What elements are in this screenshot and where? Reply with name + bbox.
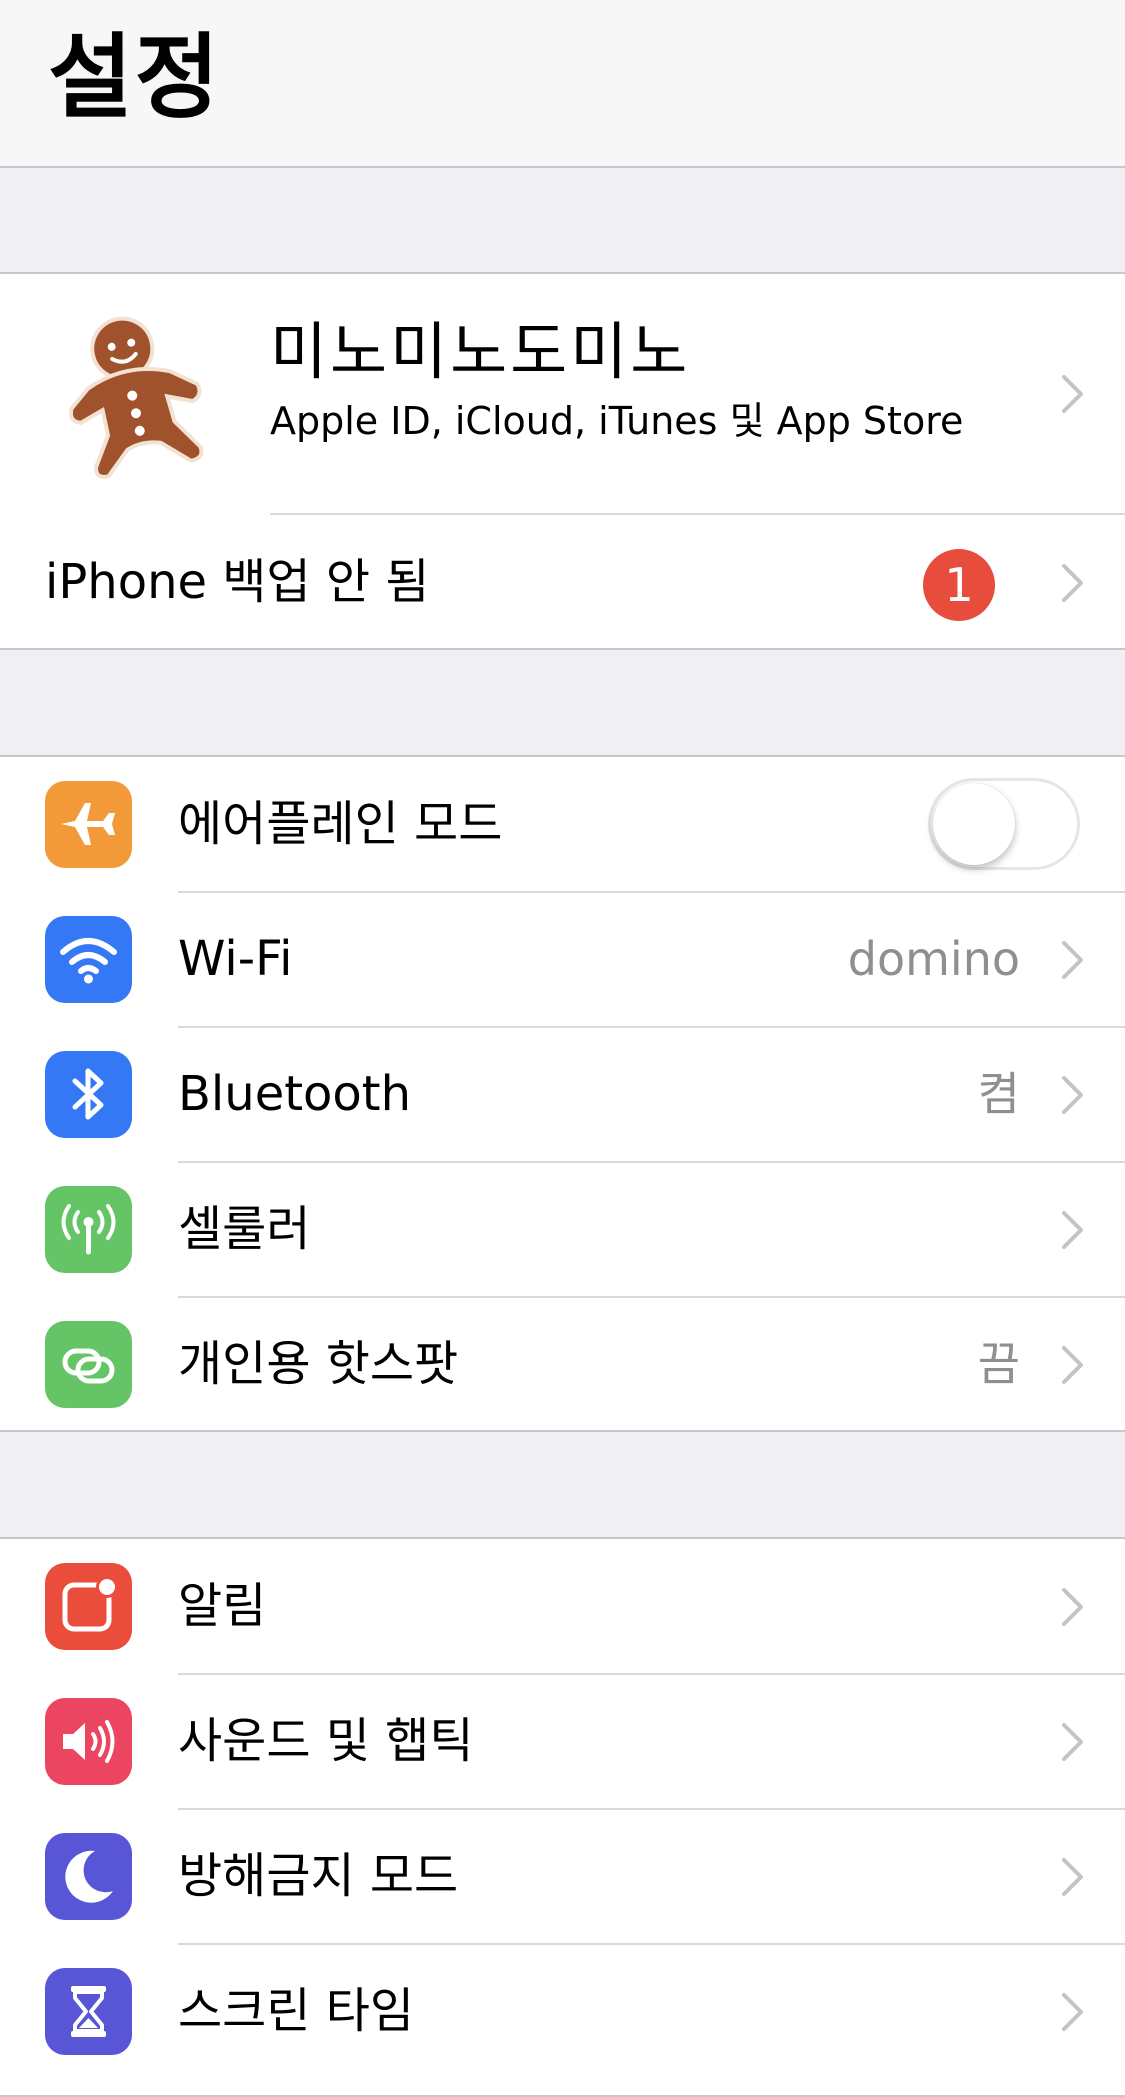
- sounds-haptics-row[interactable]: 사운드 및 햅틱: [0, 1674, 1125, 1810]
- bluetooth-label: Bluetooth: [178, 1066, 412, 1122]
- bluetooth-status-value: 켬: [977, 1067, 1020, 1121]
- personal-hotspot-label: 개인용 핫스팟: [178, 1336, 459, 1392]
- bluetooth-icon: [45, 1051, 132, 1138]
- backup-warning-row[interactable]: iPhone 백업 안 됨 1: [0, 515, 1125, 650]
- chevron-right-icon: [1061, 1992, 1085, 2032]
- profile-name: 미노미노도미노: [270, 315, 691, 388]
- chevron-right-icon: [1061, 1075, 1085, 1115]
- airplane-mode-row[interactable]: 에어플레인 모드: [0, 757, 1125, 893]
- notifications-row[interactable]: 알림: [0, 1539, 1125, 1675]
- screen-time-row[interactable]: 스크린 타임: [0, 1944, 1125, 2079]
- chevron-right-icon: [1061, 940, 1085, 980]
- notifications-icon: [45, 1563, 132, 1650]
- chevron-right-icon: [1061, 563, 1085, 603]
- wifi-network-value: domino: [847, 932, 1020, 986]
- wifi-label: Wi-Fi: [178, 931, 293, 987]
- notification-badge: 1: [923, 549, 995, 621]
- moon-icon: [45, 1833, 132, 1920]
- chevron-right-icon: [1061, 374, 1085, 414]
- navigation-header: 설정: [0, 0, 1125, 168]
- cellular-antenna-icon: [45, 1186, 132, 1273]
- gingerbread-avatar: [60, 309, 210, 479]
- personal-hotspot-value: 끔: [977, 1337, 1020, 1391]
- connectivity-group: 에어플레인 모드 Wi-Fi domino Bluetooth 켬 셀룰러 개인…: [0, 755, 1125, 1432]
- airplane-mode-toggle[interactable]: [928, 778, 1080, 870]
- profile-subtitle: Apple ID, iCloud, iTunes 및 App Store: [270, 399, 964, 443]
- apple-id-row[interactable]: 미노미노도미노 Apple ID, iCloud, iTunes 및 App S…: [0, 274, 1125, 515]
- backup-warning-label: iPhone 백업 안 됨: [45, 554, 430, 610]
- chevron-right-icon: [1061, 1587, 1085, 1627]
- wifi-row[interactable]: Wi-Fi domino: [0, 892, 1125, 1028]
- cellular-label: 셀룰러: [178, 1201, 311, 1257]
- personal-hotspot-row[interactable]: 개인용 핫스팟 끔: [0, 1297, 1125, 1432]
- notifications-group: 알림 사운드 및 햅틱 방해금지 모드 스크린 타임: [0, 1537, 1125, 2097]
- screen-time-label: 스크린 타임: [178, 1983, 415, 2039]
- hotspot-link-icon: [45, 1321, 132, 1408]
- toggle-knob: [933, 783, 1015, 865]
- do-not-disturb-row[interactable]: 방해금지 모드: [0, 1809, 1125, 1945]
- sounds-haptics-label: 사운드 및 햅틱: [178, 1713, 474, 1769]
- chevron-right-icon: [1061, 1722, 1085, 1762]
- hourglass-icon: [45, 1968, 132, 2055]
- bluetooth-row[interactable]: Bluetooth 켬: [0, 1027, 1125, 1163]
- wifi-icon: [45, 916, 132, 1003]
- chevron-right-icon: [1061, 1210, 1085, 1250]
- airplane-icon: [45, 781, 132, 868]
- notifications-label: 알림: [178, 1578, 267, 1634]
- do-not-disturb-label: 방해금지 모드: [178, 1848, 459, 1904]
- chevron-right-icon: [1061, 1345, 1085, 1385]
- chevron-right-icon: [1061, 1857, 1085, 1897]
- account-group: 미노미노도미노 Apple ID, iCloud, iTunes 및 App S…: [0, 272, 1125, 650]
- cellular-row[interactable]: 셀룰러: [0, 1162, 1125, 1298]
- airplane-mode-label: 에어플레인 모드: [178, 796, 503, 852]
- speaker-icon: [45, 1698, 132, 1785]
- page-title: 설정: [48, 24, 222, 131]
